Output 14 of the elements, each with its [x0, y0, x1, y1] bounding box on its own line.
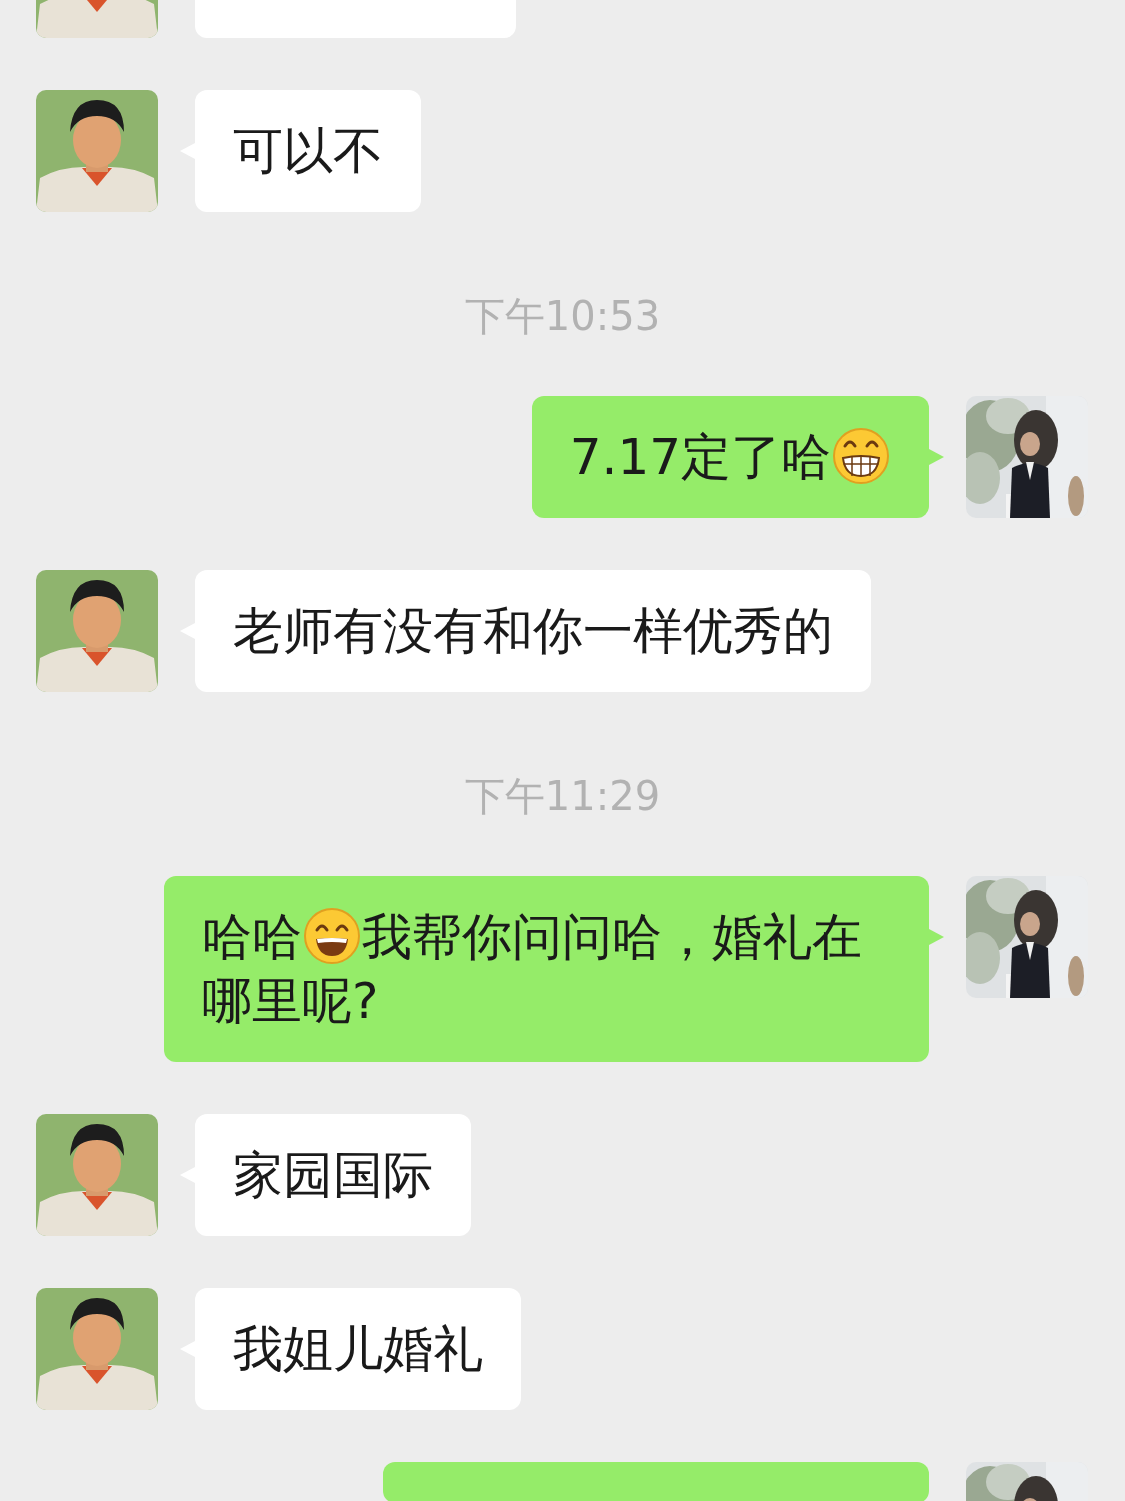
timestamp: 下午10:53	[464, 296, 661, 336]
avatar-icon[interactable]	[36, 90, 158, 212]
avatar-icon[interactable]	[36, 1288, 158, 1410]
timestamp: 下午11:29	[464, 776, 661, 816]
message-text: 可以不	[233, 122, 383, 180]
avatar-icon[interactable]	[36, 1114, 158, 1236]
message-text: 哈哈 我帮你问问哈，婚礼在哪里呢?	[202, 908, 862, 1030]
message-text: 我姐儿婚礼	[233, 1320, 483, 1378]
smiling-face-icon	[302, 906, 362, 966]
avatar-icon[interactable]	[36, 570, 158, 692]
message-text: 7.17定了哈	[569, 428, 891, 486]
grinning-face-icon	[831, 426, 891, 486]
message-text: 家园国际	[233, 1146, 433, 1204]
message-text: 老师有没有和你一样优秀的	[233, 602, 833, 660]
